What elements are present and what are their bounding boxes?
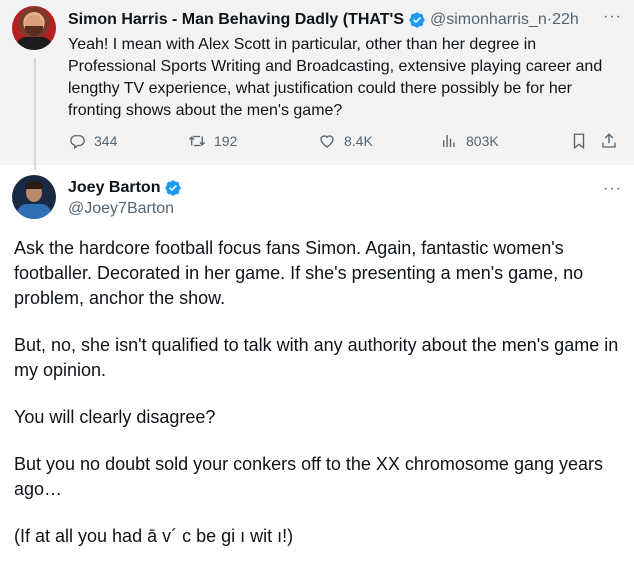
display-name[interactable]: Simon Harris - Man Behaving Dadly (THAT'… [68, 11, 404, 29]
timestamp[interactable]: 22h [552, 11, 579, 29]
retweet-button[interactable]: 192 [188, 132, 237, 150]
main-tweet-text: Ask the hardcore football focus fans Sim… [14, 236, 624, 571]
thread-connector-line [34, 58, 36, 170]
verified-badge-icon [409, 12, 425, 28]
parent-tweet-text: Yeah! I mean with Alex Scott in particul… [68, 36, 603, 119]
tweet-actions: 344 192 8.4K 803K [68, 132, 624, 152]
tweet-paragraph: You will clearly disagree? [14, 407, 216, 427]
avatar[interactable] [12, 6, 56, 50]
views-button[interactable]: 803K [440, 132, 499, 150]
handle[interactable]: @simonharris_n [430, 11, 547, 29]
main-tweet-name-row: Joey Barton [68, 178, 186, 198]
share-button[interactable] [600, 132, 626, 150]
handle[interactable]: @Joey7Barton [68, 200, 174, 218]
parent-tweet-header: Simon Harris - Man Behaving Dadly (THAT'… [68, 10, 628, 30]
more-icon[interactable]: ··· [603, 180, 622, 198]
reply-icon [70, 135, 85, 150]
tweet-paragraph: But, no, she isn't qualified to talk wit… [14, 335, 619, 380]
like-count: 8.4K [344, 133, 373, 149]
reply-count: 344 [94, 133, 118, 149]
verified-badge-icon [165, 180, 182, 196]
views-icon [443, 135, 455, 147]
tweet-paragraph: (If at all you had ā v´ c be gi ı wit ı… [14, 526, 294, 546]
bookmark-icon [573, 133, 585, 150]
like-icon [320, 135, 334, 148]
parent-tweet[interactable]: Simon Harris - Man Behaving Dadly (THAT'… [0, 0, 634, 170]
view-count: 803K [466, 133, 499, 149]
like-button[interactable]: 8.4K [318, 132, 373, 150]
more-icon[interactable]: ··· [603, 8, 622, 26]
reply-button[interactable]: 344 [68, 132, 117, 150]
share-icon [602, 133, 616, 148]
tweet-paragraph: But you no doubt sold your conkers off t… [14, 454, 604, 499]
tweet-paragraph: Ask the hardcore football focus fans Sim… [14, 238, 584, 308]
display-name[interactable]: Joey Barton [68, 179, 160, 197]
retweet-icon [189, 135, 205, 147]
avatar[interactable] [12, 175, 56, 219]
retweet-count: 192 [214, 133, 238, 149]
bookmark-button[interactable] [570, 132, 596, 150]
